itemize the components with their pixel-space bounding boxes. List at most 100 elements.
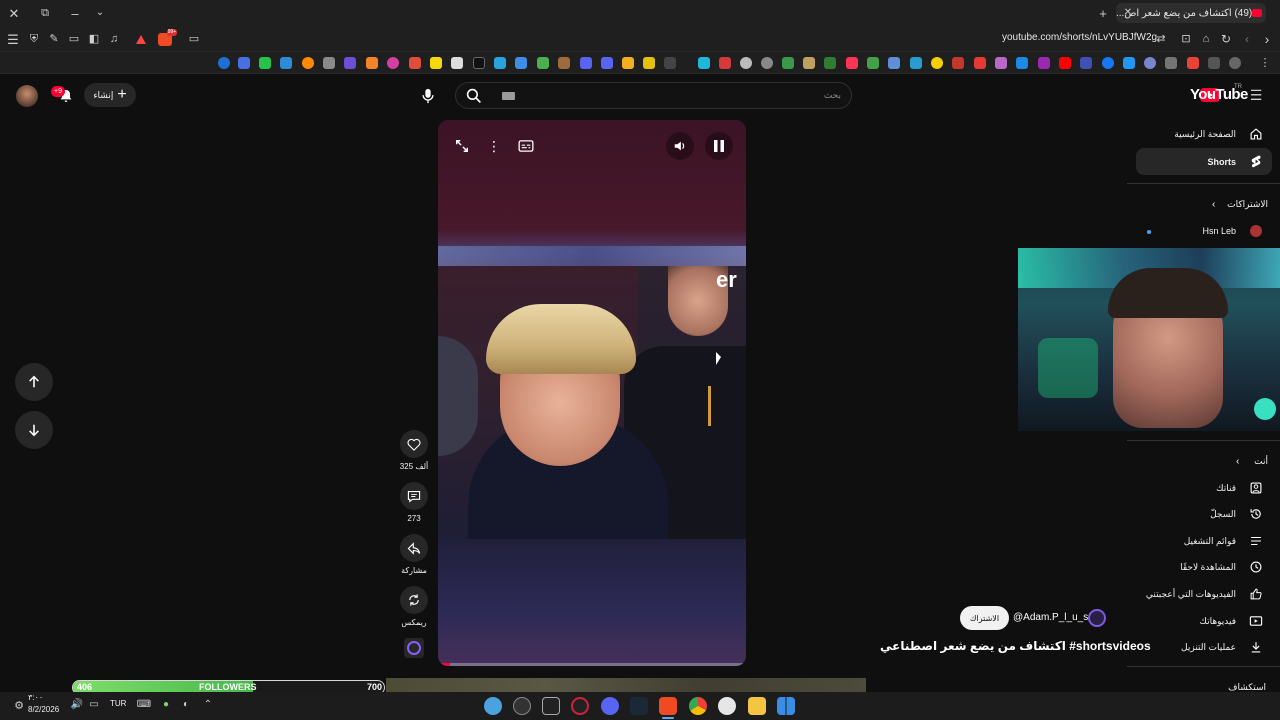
bookmark-10-icon[interactable] bbox=[409, 57, 421, 69]
aria-icon[interactable] bbox=[136, 35, 146, 44]
bookmark-gmail-icon[interactable] bbox=[1187, 57, 1199, 69]
bookmark-35-icon[interactable] bbox=[952, 57, 964, 69]
language-indicator[interactable]: TUR bbox=[110, 699, 126, 708]
bookmark-11-icon[interactable] bbox=[430, 57, 442, 69]
avatar[interactable] bbox=[16, 85, 38, 107]
bookmark-48-icon[interactable] bbox=[1229, 57, 1241, 69]
captions-icon[interactable] bbox=[512, 132, 540, 160]
pause-icon[interactable] bbox=[705, 132, 733, 160]
remix-action[interactable]: ريمكس bbox=[400, 586, 428, 627]
remix-button[interactable] bbox=[400, 586, 428, 614]
comment-button[interactable] bbox=[400, 482, 428, 510]
clock-time[interactable]: ٣:٠٠ bbox=[28, 693, 43, 702]
taskbar-opera-icon[interactable] bbox=[571, 697, 589, 715]
bookmark-15-icon[interactable] bbox=[515, 57, 527, 69]
guide-you-header[interactable]: أنت ‹ bbox=[1126, 448, 1280, 474]
weather-icon[interactable]: ⚙ bbox=[12, 699, 26, 713]
guide-item-watch-later[interactable]: المشاهدة لاحقًا bbox=[1126, 554, 1280, 580]
bookmark-21-icon[interactable] bbox=[643, 57, 655, 69]
bookmark-icon[interactable]: ⊡ bbox=[1179, 32, 1193, 46]
taskbar-chrome-icon[interactable] bbox=[689, 697, 707, 715]
network-icon[interactable]: ▭ bbox=[88, 699, 100, 711]
bookmark-44-icon[interactable] bbox=[1144, 57, 1156, 69]
bookmark-33-icon[interactable] bbox=[910, 57, 922, 69]
bookmark-8-icon[interactable] bbox=[366, 57, 378, 69]
bookmark-43-icon[interactable] bbox=[1123, 57, 1135, 69]
home-icon[interactable]: ⌂ bbox=[1199, 32, 1213, 46]
bookmark-19-icon[interactable] bbox=[601, 57, 613, 69]
pin-icon[interactable]: ✎ bbox=[47, 32, 61, 46]
search-icon[interactable] bbox=[466, 88, 482, 104]
guide-subscriptions-header[interactable]: الاشتراكات ‹ bbox=[1126, 191, 1280, 217]
clock-date[interactable]: 8/2/2026 bbox=[28, 705, 59, 714]
guide-item-your-channel[interactable]: قناتك bbox=[1126, 475, 1280, 501]
bookmark-28-icon[interactable] bbox=[803, 57, 815, 69]
bookmark-7-icon[interactable] bbox=[344, 57, 356, 69]
bookmark-6-icon[interactable] bbox=[323, 57, 335, 69]
bookmark-34-icon[interactable] bbox=[931, 57, 943, 69]
bookmark-youtube-icon[interactable] bbox=[1059, 57, 1071, 69]
back-icon[interactable]: ‹ bbox=[1240, 32, 1254, 46]
bookmark-9-icon[interactable] bbox=[387, 57, 399, 69]
speaker-icon[interactable]: 🔊 bbox=[71, 699, 83, 711]
guide-subscription-channel[interactable]: Hsn Leb bbox=[1126, 218, 1280, 244]
bookmark-24-icon[interactable] bbox=[719, 57, 731, 69]
bookmark-tiktok-icon[interactable] bbox=[473, 57, 485, 69]
bookmark-x-icon[interactable] bbox=[451, 57, 463, 69]
previous-short-button[interactable] bbox=[15, 363, 53, 401]
share-action[interactable]: مشاركة bbox=[400, 534, 428, 575]
forward-icon[interactable]: › bbox=[1260, 32, 1274, 46]
guide-item-history[interactable]: السجلّ bbox=[1126, 501, 1280, 527]
guide-item-home[interactable]: الصفحة الرئيسية bbox=[1126, 121, 1280, 147]
bookmark-27-icon[interactable] bbox=[782, 57, 794, 69]
menu-icon[interactable]: ☰ bbox=[6, 32, 20, 46]
browser-tab[interactable]: (49) اكتشاف من يضع شعر اص... bbox=[1116, 3, 1266, 23]
search-input[interactable]: بحث bbox=[824, 90, 841, 101]
taskbar-brave-icon[interactable] bbox=[659, 697, 677, 715]
bookmark-32-icon[interactable] bbox=[888, 57, 900, 69]
bookmark-45-icon[interactable] bbox=[1165, 57, 1177, 69]
taskbar-explorer-icon[interactable] bbox=[748, 697, 766, 715]
bookmark-39-icon[interactable] bbox=[1038, 57, 1050, 69]
music-icon[interactable]: ♫ bbox=[107, 32, 121, 46]
channel-handle[interactable]: @Adam.P_l_u_s bbox=[1013, 612, 1088, 623]
channel-avatar[interactable] bbox=[1088, 609, 1106, 627]
guide-item-your-videos[interactable]: فيديوهاتك bbox=[1126, 608, 1280, 634]
tabs-icon[interactable]: ▭ bbox=[67, 32, 81, 46]
translate-icon[interactable]: ⇄ bbox=[1154, 32, 1168, 46]
bookmark-25-icon[interactable] bbox=[740, 57, 752, 69]
taskbar-app-2-icon[interactable] bbox=[513, 697, 531, 715]
more-bookmarks-icon[interactable]: ⋮ bbox=[1258, 56, 1272, 70]
close-window-icon[interactable]: ✕ bbox=[6, 6, 22, 20]
new-tab-icon[interactable]: + bbox=[1096, 6, 1110, 20]
taskbar-discord-icon[interactable] bbox=[601, 697, 619, 715]
bookmark-47-icon[interactable] bbox=[1208, 57, 1220, 69]
bookmark-22-icon[interactable] bbox=[664, 57, 676, 69]
bookmark-38-icon[interactable] bbox=[1016, 57, 1028, 69]
bookmark-5-icon[interactable] bbox=[302, 57, 314, 69]
bookmark-facebook-icon[interactable] bbox=[1102, 57, 1114, 69]
guide-item-shorts[interactable]: Shorts bbox=[1136, 148, 1272, 175]
bookmark-37-icon[interactable] bbox=[995, 57, 1007, 69]
tab-search-icon[interactable]: ⌄ bbox=[93, 6, 107, 20]
windows-start-icon[interactable] bbox=[777, 697, 795, 715]
bookmark-20-icon[interactable] bbox=[622, 57, 634, 69]
guide-item-playlists[interactable]: قوائم التشغيل bbox=[1126, 528, 1280, 554]
keyboard-icon[interactable] bbox=[502, 92, 515, 100]
sidebar-icon[interactable]: ◧ bbox=[87, 32, 101, 46]
bookmark-30-icon[interactable] bbox=[846, 57, 858, 69]
taskbar-epic-icon[interactable] bbox=[542, 697, 560, 715]
sound-thumbnail[interactable] bbox=[404, 638, 424, 658]
bookmark-2-icon[interactable] bbox=[238, 57, 250, 69]
bookmark-14-icon[interactable] bbox=[494, 57, 506, 69]
like-action[interactable]: 325 ألف bbox=[400, 430, 428, 471]
bookmark-31-icon[interactable] bbox=[867, 57, 879, 69]
fullscreen-icon[interactable] bbox=[448, 132, 476, 160]
keyboard-layout-icon[interactable]: ⌨ bbox=[137, 699, 151, 711]
subscribe-button[interactable]: الاشتراك bbox=[960, 606, 1009, 630]
bookmark-26-icon[interactable] bbox=[761, 57, 773, 69]
bookmark-36-icon[interactable] bbox=[974, 57, 986, 69]
more-options-icon[interactable]: ⋮ bbox=[480, 132, 508, 160]
search-box[interactable]: بحث bbox=[455, 82, 852, 109]
volume-icon[interactable] bbox=[666, 132, 694, 160]
